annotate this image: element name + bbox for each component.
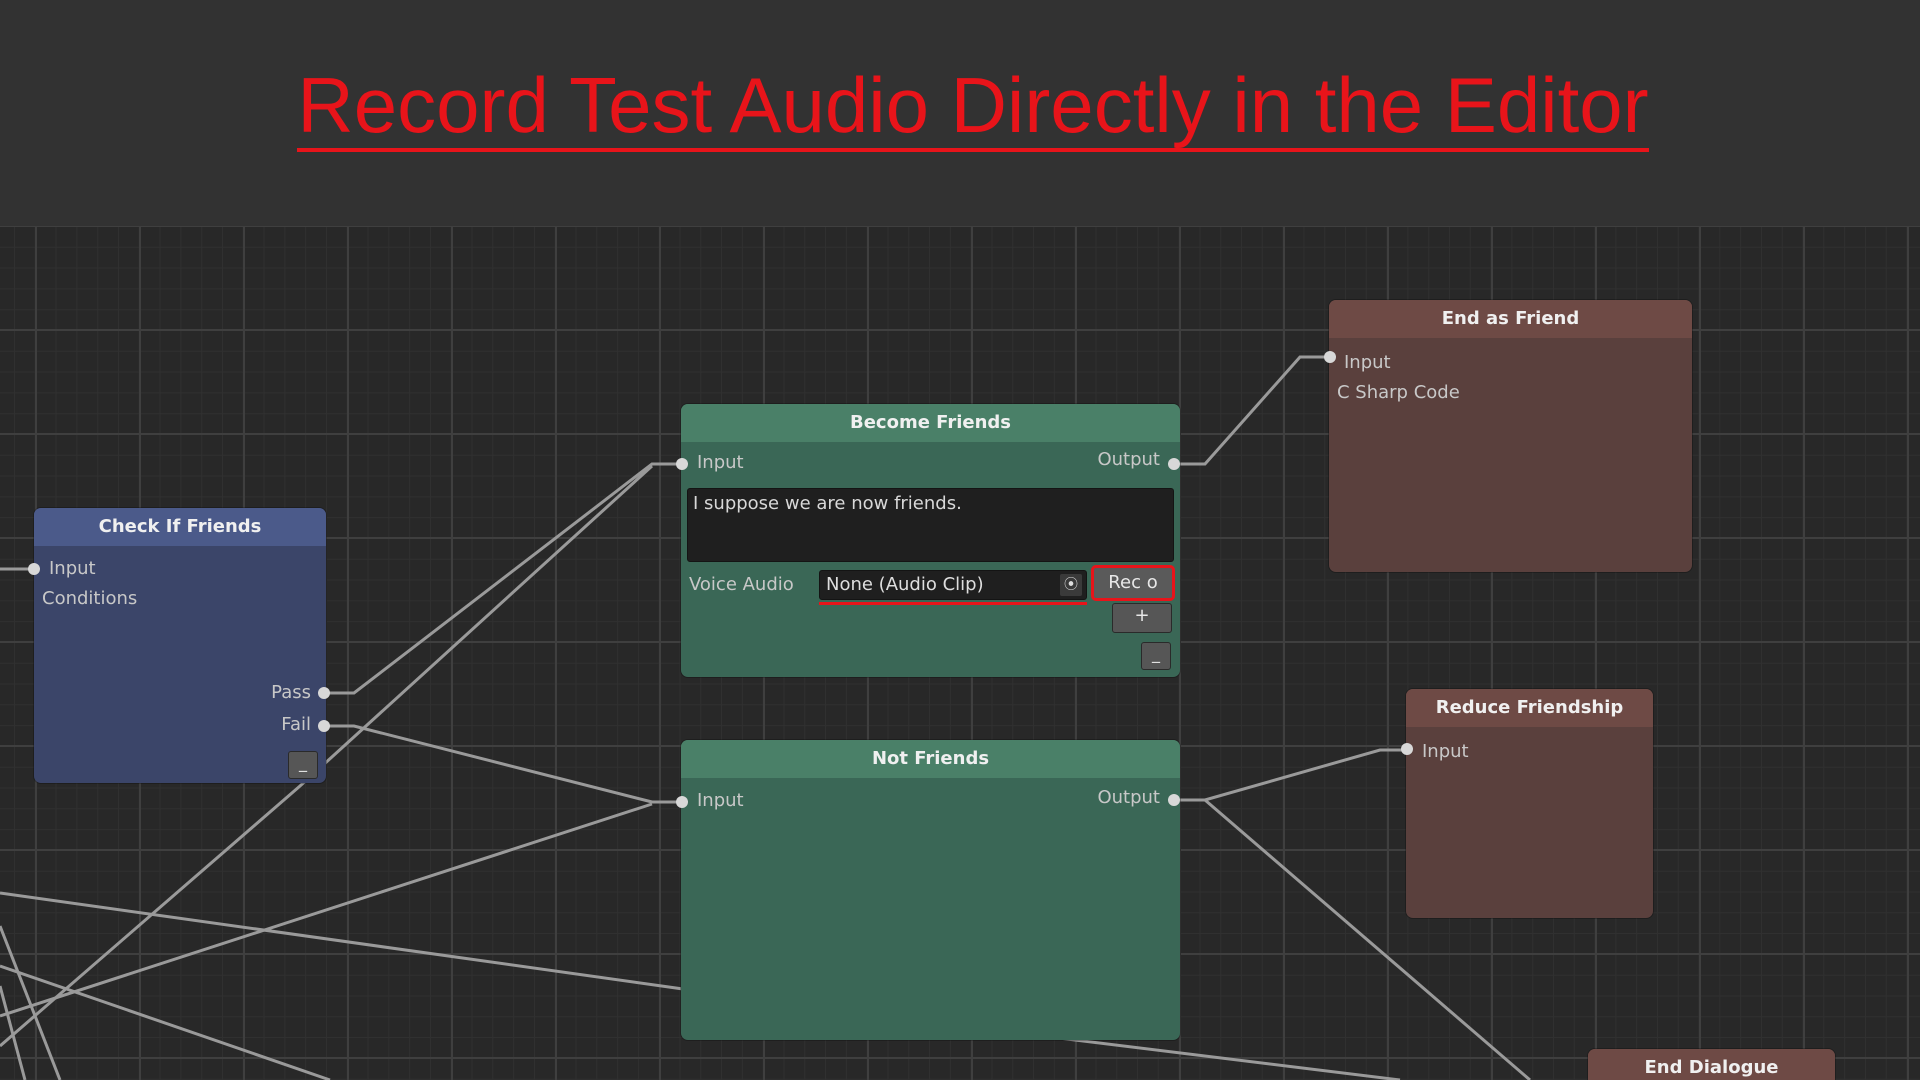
node-not-friends[interactable]: Not Friends Input Output (681, 740, 1180, 1040)
input-port-label: Input (1344, 352, 1391, 373)
edge-pass-to-become-input (324, 462, 683, 695)
notfriends-output-port[interactable] (1168, 794, 1180, 806)
node-check-if-friends[interactable]: Check If Friends Input Conditions Pass F… (34, 508, 326, 783)
add-button[interactable]: + (1112, 603, 1172, 633)
input-port-label: Input (1422, 741, 1469, 762)
node-title: Check If Friends (34, 508, 326, 546)
node-title: Not Friends (681, 740, 1180, 778)
output-port-label: Output (1097, 449, 1160, 470)
reduce-input-port[interactable] (1401, 743, 1413, 755)
become-input-port[interactable] (676, 458, 688, 470)
slide-title-area: Record Test Audio Directly in the Editor (0, 0, 1920, 226)
dialogue-text-area[interactable]: I suppose we are now friends. (687, 488, 1174, 562)
node-end-as-friend[interactable]: End as Friend Input C Sharp Code (1329, 300, 1692, 572)
slide-title: Record Test Audio Directly in the Editor (0, 60, 1920, 152)
edge-lower-to-notfriends-input (0, 802, 653, 1018)
fail-port-label: Fail (281, 714, 311, 735)
voice-audio-label: Voice Audio (689, 574, 794, 595)
node-become-friends[interactable]: Become Friends Input Output I suppose we… (681, 404, 1180, 677)
code-label: C Sharp Code (1337, 382, 1460, 403)
record-button[interactable]: Rec o (1091, 565, 1175, 601)
audio-field-highlight (819, 602, 1087, 605)
edge-become-to-endfriend (1174, 355, 1330, 466)
node-title: Reduce Friendship (1406, 689, 1653, 727)
edge-cross-b (0, 964, 331, 1080)
node-title: End Dialogue (1588, 1049, 1835, 1080)
output-port-label: Output (1097, 787, 1160, 808)
input-port-label: Input (697, 452, 744, 473)
audio-clip-field[interactable]: None (Audio Clip) ⦿ (819, 570, 1087, 600)
audio-clip-value: None (Audio Clip) (826, 574, 984, 595)
edge-fail-to-notfriends-input (324, 724, 683, 804)
pass-port-label: Pass (271, 682, 311, 703)
become-output-port[interactable] (1168, 458, 1180, 470)
input-port-label: Input (49, 558, 96, 579)
collapse-button[interactable]: _ (1141, 642, 1171, 670)
check-pass-port[interactable] (318, 687, 330, 699)
node-graph-canvas[interactable]: Check If Friends Input Conditions Pass F… (0, 226, 1920, 1080)
node-title: Become Friends (681, 404, 1180, 442)
check-input-port[interactable] (28, 563, 40, 575)
endfriend-input-port[interactable] (1324, 351, 1336, 363)
conditions-label: Conditions (42, 588, 138, 609)
target-icon[interactable]: ⦿ (1060, 574, 1082, 596)
check-fail-port[interactable] (318, 720, 330, 732)
collapse-button[interactable]: _ (288, 751, 318, 779)
node-title: End as Friend (1329, 300, 1692, 338)
input-port-label: Input (697, 790, 744, 811)
edge-cross-d (0, 985, 27, 1080)
node-reduce-friendship[interactable]: Reduce Friendship Input (1406, 689, 1653, 918)
notfriends-input-port[interactable] (676, 796, 688, 808)
edge-notfriends-to-reduce (1174, 748, 1407, 802)
edge-cross-a (0, 891, 684, 991)
node-end-dialogue[interactable]: End Dialogue (1588, 1049, 1835, 1080)
